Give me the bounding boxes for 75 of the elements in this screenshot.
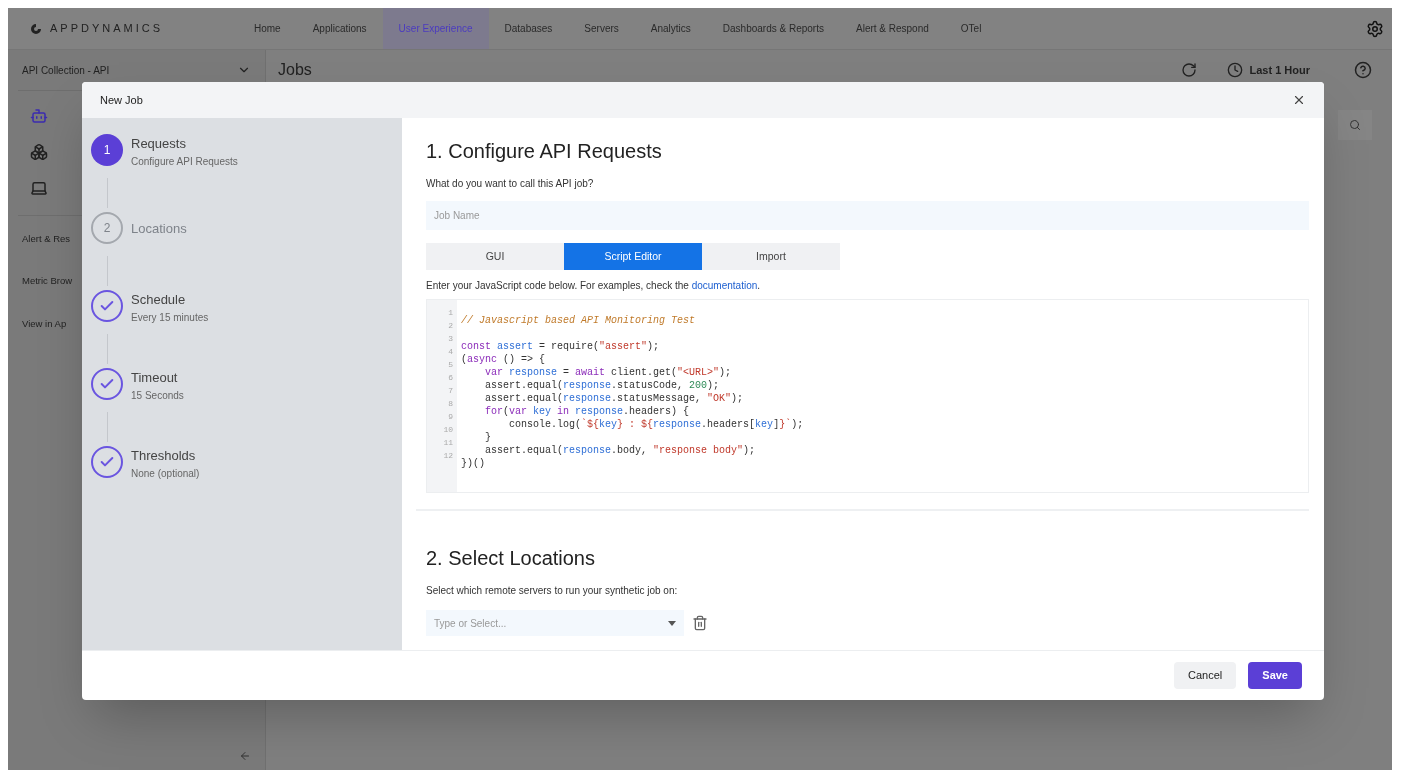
editor-tab[interactable]: Script Editor [564,243,702,270]
editor-hint: Enter your JavaScript code below. For examples, check the documentation. [426,279,762,293]
line-number: 1 [448,307,453,319]
collapse-arrow-icon[interactable] [239,750,251,762]
cancel-button[interactable]: Cancel [1174,662,1237,689]
nav-tab[interactable]: Dashboards & Reports [706,8,840,49]
nav-tab[interactable]: Databases [488,8,569,49]
code-line: (async () => { [461,354,546,365]
settings-icon[interactable] [1366,19,1384,38]
line-number: 2 [448,320,453,332]
section-heading: 1. Configure API Requests [426,139,663,164]
code-line: const assert = require("assert"); [461,341,660,352]
section-heading: 2. Select Locations [426,546,596,571]
close-icon[interactable] [1292,93,1306,107]
step-subtitle: None (optional) [131,466,200,481]
step-title[interactable]: Thresholds [131,446,200,466]
step-subtitle: Every 15 minutes [131,310,209,325]
step-title[interactable]: Requests [131,134,238,154]
line-number: 8 [448,398,453,410]
search-icon [1349,119,1361,131]
line-number: 3 [448,333,453,345]
step-number: 1 [91,134,123,166]
refresh-icon[interactable] [1181,62,1198,78]
editor-tab[interactable]: Import [702,243,840,270]
boxes-icon[interactable] [30,143,48,161]
code-line: assert.equal(response.body, "response body"); [484,445,756,456]
job-name-field[interactable]: Job Name [426,201,1309,230]
code-line: var response = await client.get("<URL>"); [484,367,732,378]
step-title[interactable]: Schedule [131,290,209,310]
location-select[interactable]: Type or Select... [426,610,684,636]
line-number: 7 [448,385,453,397]
time-range[interactable]: Last 1 Hour [1249,61,1310,79]
search-button[interactable] [1338,110,1372,140]
line-number: 5 [448,359,453,371]
caret-icon [668,620,676,626]
collection-select[interactable]: API Collection - API [22,62,110,78]
field-label: What do you want to call this API job? [426,177,595,191]
nav-tab[interactable]: Analytics [634,8,707,49]
step-subtitle: Configure API Requests [131,154,238,169]
brand-name: APPDYNAMICS [50,21,164,37]
check-icon [91,368,123,400]
line-number: 11 [443,437,453,449]
nav-tab[interactable]: Applications [296,8,383,49]
step-title[interactable]: Timeout [131,368,184,388]
clock-icon[interactable] [1227,62,1244,78]
delete-icon[interactable] [692,615,708,631]
code-line: } [484,432,491,443]
code-line: assert.equal(response.statusCode, 200); [484,380,720,391]
code-line: assert.equal(response.statusMessage, "OK"); [484,393,744,404]
line-number: 12 [443,450,453,462]
step-title[interactable]: Locations [131,219,187,239]
nav-tab[interactable]: Servers [568,8,635,49]
line-number: 10 [443,424,453,436]
code-line: for(var key in response.headers) { [484,406,690,417]
editor-tab[interactable]: GUI [426,243,564,270]
nav-tab[interactable]: Alert & Respond [840,8,945,49]
code-line: console.log(`${key} : ${response.headers[key]}`); [508,419,804,430]
field-description: Select which remote servers to run your synthetic job on: [426,584,679,598]
nav-tab[interactable]: OTel [944,8,998,49]
logo-icon [30,22,42,35]
laptop-icon[interactable] [30,179,48,197]
step-subtitle: 15 Seconds [131,388,184,403]
line-number: 6 [448,372,453,384]
nav-tab[interactable]: Home [238,8,297,49]
robot-icon[interactable] [30,107,48,125]
help-icon[interactable] [1354,61,1372,79]
code-line: // Javascript based API Monitoring Test [461,315,696,326]
save-button[interactable]: Save [1248,662,1302,689]
check-icon [91,446,123,478]
code-line: })() [461,458,485,469]
step-number: 2 [91,212,123,244]
dialog-title: New Job [100,92,143,108]
page-title: Jobs [278,60,312,80]
check-icon [91,290,123,322]
line-number: 4 [448,346,453,358]
